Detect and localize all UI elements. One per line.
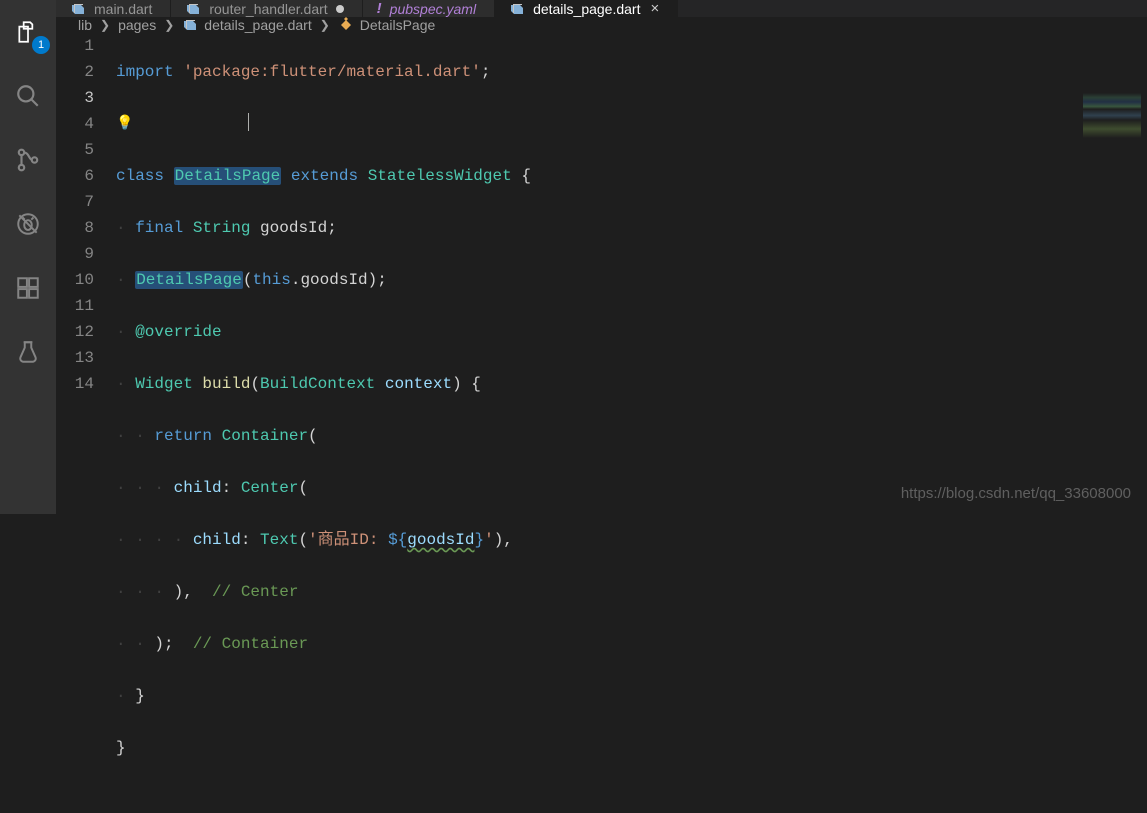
close-icon[interactable]: × (650, 0, 659, 17)
breadcrumb: lib ❯ pages ❯ details_page.dart ❯ Detail… (56, 17, 1147, 33)
yaml-file-icon: ! (377, 0, 382, 17)
code-line[interactable]: } (116, 735, 1147, 761)
tab-label: main.dart (94, 1, 152, 17)
code-line[interactable]: import 'package:flutter/material.dart'; (116, 59, 1147, 85)
tab-router-handler-dart[interactable]: router_handler.dart (171, 0, 362, 17)
dart-file-icon (509, 1, 525, 17)
code-line[interactable]: · } (116, 683, 1147, 709)
dirty-indicator-icon (336, 5, 344, 13)
tab-details-page-dart[interactable]: details_page.dart × (495, 0, 678, 17)
tab-pubspec-yaml[interactable]: ! pubspec.yaml (363, 0, 495, 17)
code-line[interactable]: · · return Container( (116, 423, 1147, 449)
tab-label: pubspec.yaml (390, 1, 476, 17)
code-line[interactable]: · · ); // Container (116, 631, 1147, 657)
code-line[interactable]: 💡 (116, 111, 1147, 137)
code-line[interactable]: class DetailsPage extends StatelessWidge… (116, 163, 1147, 189)
breadcrumb-file[interactable]: details_page.dart (182, 17, 311, 33)
code-line[interactable]: · @override (116, 319, 1147, 345)
tab-label: details_page.dart (533, 1, 640, 17)
chevron-right-icon: ❯ (320, 18, 330, 32)
watermark: https://blog.csdn.net/qq_33608000 (901, 485, 1131, 502)
main-area: main.dart router_handler.dart ! pubspec.… (56, 0, 1147, 514)
text-cursor (248, 113, 249, 131)
code-line[interactable]: · · · · child: Text('商品ID: ${goodsId}'), (116, 527, 1147, 553)
activity-test[interactable] (8, 332, 48, 372)
minimap[interactable] (1083, 93, 1141, 183)
lightbulb-icon[interactable]: 💡 (116, 111, 133, 137)
breadcrumb-pages[interactable]: pages (118, 17, 156, 33)
activity-extensions[interactable] (8, 268, 48, 308)
code-area[interactable]: import 'package:flutter/material.dart'; … (116, 33, 1147, 813)
line-gutter: 1234 5678 9101112 1314 (56, 33, 116, 813)
activity-source-control[interactable] (8, 140, 48, 180)
code-line[interactable]: · DetailsPage(this.goodsId); (116, 267, 1147, 293)
tab-bar: main.dart router_handler.dart ! pubspec.… (56, 0, 1147, 17)
code-line[interactable]: · final String goodsId; (116, 215, 1147, 241)
class-symbol-icon (338, 17, 354, 33)
code-line[interactable]: · · · ), // Center (116, 579, 1147, 605)
breadcrumb-lib[interactable]: lib (78, 17, 92, 33)
code-line[interactable]: · Widget build(BuildContext context) { (116, 371, 1147, 397)
tab-label: router_handler.dart (209, 1, 327, 17)
dart-file-icon (182, 17, 198, 33)
activity-debug[interactable] (8, 204, 48, 244)
tab-main-dart[interactable]: main.dart (56, 0, 171, 17)
chevron-right-icon: ❯ (164, 18, 174, 32)
dart-file-icon (70, 1, 86, 17)
breadcrumb-symbol[interactable]: DetailsPage (338, 17, 436, 33)
chevron-right-icon: ❯ (100, 18, 110, 32)
activity-search[interactable] (8, 76, 48, 116)
activity-bar: 1 (0, 0, 56, 514)
activity-explorer[interactable]: 1 (8, 12, 48, 52)
editor[interactable]: 1234 5678 9101112 1314 import 'package:f… (56, 33, 1147, 813)
explorer-badge: 1 (32, 36, 50, 54)
dart-file-icon (185, 1, 201, 17)
